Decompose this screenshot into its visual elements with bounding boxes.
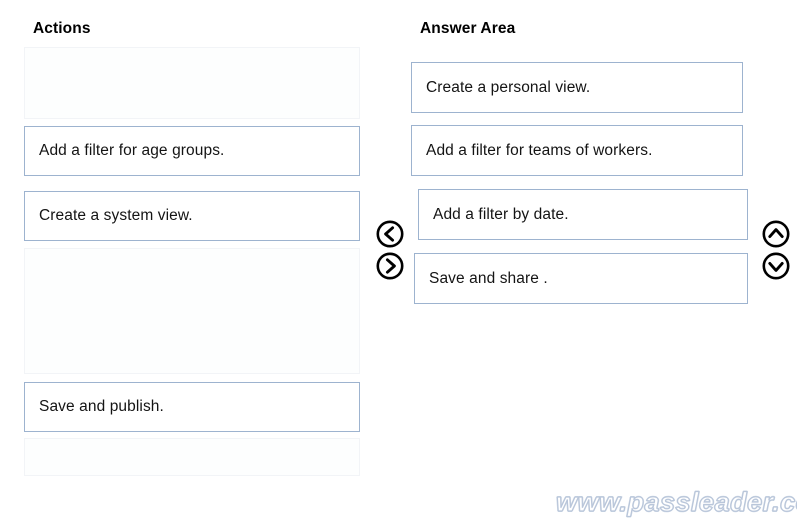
action-tile[interactable]: Save and publish.: [24, 382, 360, 432]
answer-area-heading: Answer Area: [420, 20, 516, 37]
chevron-up-circle-icon: [762, 220, 790, 248]
chevron-right-circle-icon: [376, 252, 404, 280]
actions-empty-slot[interactable]: [24, 47, 360, 119]
answer-tile[interactable]: Add a filter for teams of workers.: [411, 125, 743, 176]
actions-empty-slot[interactable]: [24, 438, 360, 476]
actions-empty-slot[interactable]: [24, 248, 360, 374]
answer-tile[interactable]: Save and share .: [414, 253, 748, 304]
answer-tile[interactable]: Add a filter by date.: [418, 189, 748, 240]
watermark: www.passleader.com: [555, 486, 797, 517]
move-right-button[interactable]: [375, 251, 405, 281]
answer-tile[interactable]: Create a personal view.: [411, 62, 743, 113]
move-left-button[interactable]: [375, 219, 405, 249]
move-down-button[interactable]: [761, 251, 791, 281]
chevron-down-circle-icon: [762, 252, 790, 280]
action-tile[interactable]: Add a filter for age groups.: [24, 126, 360, 176]
chevron-left-circle-icon: [376, 220, 404, 248]
move-up-button[interactable]: [761, 219, 791, 249]
actions-column-heading: Actions: [33, 20, 91, 37]
action-tile[interactable]: Create a system view.: [24, 191, 360, 241]
